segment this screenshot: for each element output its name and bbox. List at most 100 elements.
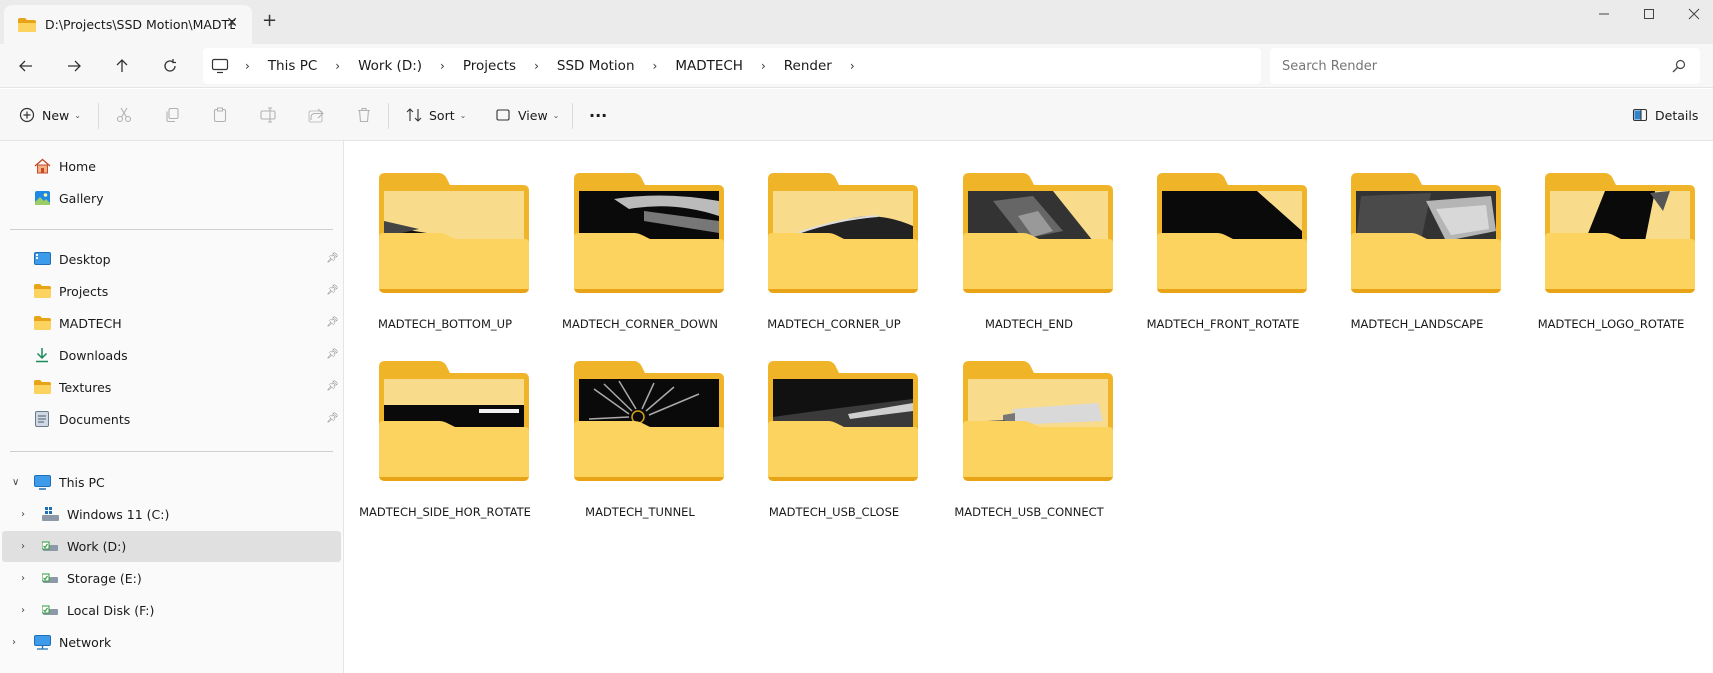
- folder-icon: [18, 17, 36, 32]
- more-options-button[interactable]: ···: [589, 103, 607, 127]
- document-icon: [33, 411, 51, 427]
- new-tab-button[interactable]: +: [262, 12, 277, 30]
- folder-tile[interactable]: MADTECH_CORNER_UP: [737, 141, 931, 331]
- chevron-right-icon[interactable]: ›: [245, 59, 250, 73]
- pin-icon[interactable]: 📌︎: [326, 349, 339, 360]
- new-button[interactable]: New ⌄: [19, 103, 81, 127]
- folder-tile[interactable]: MADTECH_BOTTOM_UP: [348, 141, 542, 331]
- chevron-right-icon[interactable]: ›: [850, 59, 855, 73]
- back-button[interactable]: [12, 54, 40, 78]
- pin-icon[interactable]: 📌︎: [326, 253, 339, 264]
- copy-button[interactable]: [164, 103, 187, 127]
- folder-tile[interactable]: MADTECH_SIDE_HOR_ROTATE: [348, 329, 542, 519]
- forward-button[interactable]: [60, 54, 88, 78]
- crumb-ssd-motion[interactable]: SSD Motion: [557, 58, 635, 74]
- chevron-right-icon[interactable]: ›: [335, 59, 340, 73]
- sidebar-item-documents[interactable]: Documents: [33, 404, 130, 434]
- sidebar-item-drive-d[interactable]: Work (D:): [41, 531, 126, 561]
- tab-render[interactable]: D:\Projects\SSD Motion\MADTECH\Render ✕: [4, 5, 252, 44]
- crumb-projects[interactable]: Projects: [463, 58, 516, 74]
- folder-icon: [33, 379, 51, 395]
- sidebar-item-drive-f[interactable]: Local Disk (F:): [41, 595, 154, 625]
- network-icon: [33, 634, 51, 650]
- folder-tile[interactable]: MADTECH_FRONT_ROTATE: [1126, 141, 1320, 331]
- chevron-right-icon[interactable]: ›: [440, 59, 445, 73]
- monitor-icon[interactable]: [211, 58, 229, 74]
- breadcrumb[interactable]: › This PC › Work (D:) › Projects › SSD M…: [203, 48, 1261, 84]
- sidebar-item-gallery[interactable]: Gallery: [33, 183, 104, 213]
- desktop-icon: [33, 251, 51, 267]
- refresh-button[interactable]: [156, 54, 184, 78]
- folder-name: MADTECH_FRONT_ROTATE: [1146, 317, 1300, 331]
- sidebar-item-this-pc[interactable]: This PC: [33, 467, 105, 497]
- chevron-right-icon[interactable]: ›: [534, 59, 539, 73]
- maximize-button[interactable]: [1629, 4, 1669, 24]
- sidebar-item-network[interactable]: Network: [33, 627, 111, 657]
- search-icon[interactable]: [1672, 59, 1686, 73]
- folder-tile[interactable]: MADTECH_USB_CLOSE: [737, 329, 931, 519]
- folder-name: MADTECH_SIDE_HOR_ROTATE: [359, 505, 531, 519]
- view-button[interactable]: View ⌄: [495, 103, 559, 127]
- sort-button[interactable]: Sort ⌄: [406, 103, 466, 127]
- close-tab-icon[interactable]: ✕: [226, 15, 238, 31]
- chevron-right-icon[interactable]: ›: [21, 605, 25, 616]
- close-window-button[interactable]: [1674, 4, 1713, 24]
- pin-icon[interactable]: 📌︎: [326, 317, 339, 328]
- search-box[interactable]: [1270, 48, 1700, 84]
- folder-tile[interactable]: MADTECH_USB_CONNECT: [932, 329, 1126, 519]
- drive-icon: [41, 602, 59, 618]
- details-button[interactable]: Details: [1632, 103, 1698, 127]
- sidebar-item-projects[interactable]: Projects: [33, 276, 108, 306]
- sidebar-item-label: Local Disk (F:): [67, 602, 155, 618]
- folder-icon: [33, 315, 51, 331]
- chevron-right-icon[interactable]: ›: [21, 573, 25, 584]
- view-icon: [496, 109, 510, 121]
- crumb-madtech[interactable]: MADTECH: [675, 58, 743, 74]
- divider: [10, 451, 333, 452]
- sidebar-item-madtech[interactable]: MADTECH: [33, 308, 122, 338]
- close-icon: [1688, 8, 1700, 20]
- sidebar-item-label: This PC: [59, 474, 105, 490]
- share-button[interactable]: [308, 103, 331, 127]
- crumb-work-drive[interactable]: Work (D:): [358, 58, 422, 74]
- up-button[interactable]: [108, 54, 136, 78]
- crumb-render[interactable]: Render: [784, 58, 832, 74]
- crumb-this-pc[interactable]: This PC: [268, 58, 317, 74]
- chevron-right-icon[interactable]: ›: [653, 59, 658, 73]
- share-icon: [308, 108, 324, 123]
- sidebar-item-drive-c[interactable]: Windows 11 (C:): [41, 499, 169, 529]
- maximize-icon: [1644, 9, 1654, 19]
- folder-thumbnail-icon: [574, 173, 724, 293]
- chevron-right-icon[interactable]: ›: [761, 59, 766, 73]
- paste-button[interactable]: [212, 103, 235, 127]
- pin-icon[interactable]: 📌︎: [326, 413, 339, 424]
- delete-button[interactable]: [356, 103, 379, 127]
- folder-tile[interactable]: MADTECH_CORNER_DOWN: [543, 141, 737, 331]
- pin-icon[interactable]: 📌︎: [326, 381, 339, 392]
- cut-button[interactable]: [116, 103, 139, 127]
- sidebar-item-label: Downloads: [59, 347, 128, 363]
- sidebar-item-label: Work (D:): [67, 538, 127, 554]
- refresh-icon: [164, 59, 176, 72]
- chevron-right-icon[interactable]: ›: [12, 637, 16, 648]
- scissors-icon: [116, 107, 132, 123]
- sidebar-item-home[interactable]: Home: [33, 151, 96, 181]
- sidebar-item-downloads[interactable]: Downloads: [33, 340, 128, 370]
- chevron-right-icon[interactable]: ›: [21, 541, 25, 552]
- folder-tile[interactable]: MADTECH_TUNNEL: [543, 329, 737, 519]
- minimize-button[interactable]: [1584, 4, 1624, 24]
- sidebar-item-drive-e[interactable]: Storage (E:): [41, 563, 142, 593]
- trash-icon: [358, 107, 370, 123]
- folder-tile[interactable]: MADTECH_LANDSCAPE: [1320, 141, 1514, 331]
- sidebar-item-textures[interactable]: Textures: [33, 372, 111, 402]
- chevron-down-icon[interactable]: ∨: [12, 477, 19, 488]
- folder-tile[interactable]: MADTECH_LOGO_ROTATE: [1514, 141, 1708, 331]
- rename-button[interactable]: [260, 103, 283, 127]
- arrow-left-icon: [19, 60, 32, 72]
- chevron-right-icon[interactable]: ›: [21, 509, 25, 520]
- search-input[interactable]: [1282, 58, 1662, 74]
- pin-icon[interactable]: 📌︎: [326, 285, 339, 296]
- arrow-up-icon: [116, 59, 128, 72]
- sidebar-item-desktop[interactable]: Desktop: [33, 244, 111, 274]
- folder-tile[interactable]: MADTECH_END: [932, 141, 1126, 331]
